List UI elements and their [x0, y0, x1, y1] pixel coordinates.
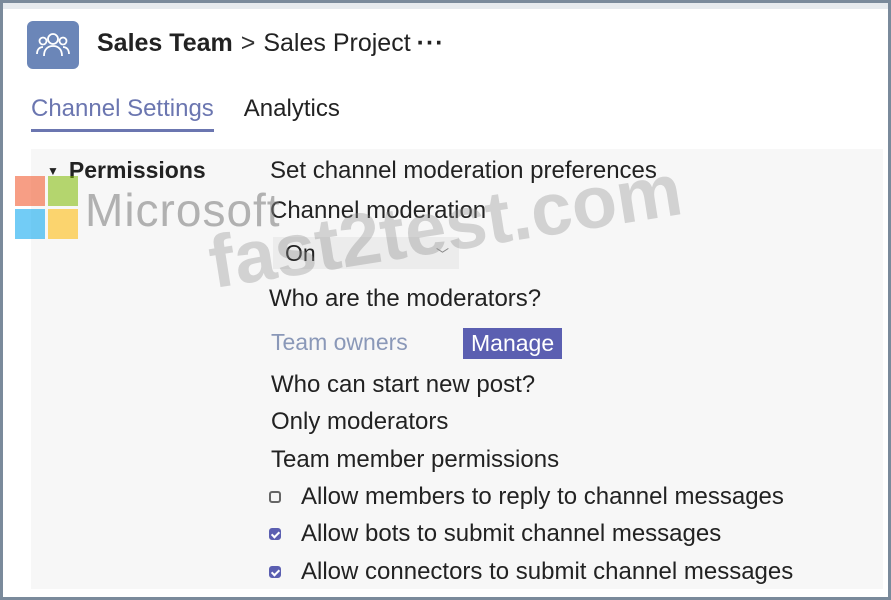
checkbox-row-connectors-submit[interactable]: Allow connectors to submit channel messa… — [269, 558, 793, 586]
checkbox-row-bots-submit[interactable]: Allow bots to submit channel messages — [269, 520, 721, 548]
checkbox-members-reply[interactable] — [269, 491, 281, 503]
breadcrumb-separator: > — [240, 29, 256, 57]
manage-button[interactable]: Manage — [463, 328, 563, 359]
teams-window: Sales Team > Sales Project ··· Channel S… — [0, 0, 891, 600]
tab-bar: Channel Settings Analytics — [31, 95, 340, 132]
breadcrumb-team[interactable]: Sales Team — [97, 29, 233, 58]
checkbox-label: Allow connectors to submit channel messa… — [301, 558, 794, 585]
permissions-label: Permissions — [68, 157, 206, 183]
more-options-button[interactable]: ··· — [417, 29, 445, 58]
checkbox-connectors-submit[interactable] — [269, 566, 281, 578]
member-permissions-label: Team member permissions — [271, 446, 560, 473]
people-group-icon — [36, 33, 70, 57]
microsoft-logo-watermark — [15, 176, 79, 240]
checkbox-bots-submit[interactable] — [269, 528, 281, 540]
tab-channel-settings[interactable]: Channel Settings — [31, 95, 214, 132]
new-post-value: Only moderators — [271, 408, 449, 435]
tab-analytics[interactable]: Analytics — [244, 95, 340, 132]
checkbox-label: Allow members to reply to channel messag… — [301, 483, 784, 510]
moderators-value: Team owners — [271, 329, 408, 355]
breadcrumb-channel[interactable]: Sales Project — [263, 29, 410, 58]
breadcrumb: Sales Team > Sales Project ··· — [97, 29, 445, 58]
checkbox-row-members-reply[interactable]: Allow members to reply to channel messag… — [269, 483, 784, 511]
team-avatar[interactable] — [27, 21, 79, 69]
new-post-question: Who can start new post? — [271, 371, 536, 398]
checkbox-label: Allow bots to submit channel messages — [301, 520, 722, 547]
top-edge — [3, 3, 888, 9]
